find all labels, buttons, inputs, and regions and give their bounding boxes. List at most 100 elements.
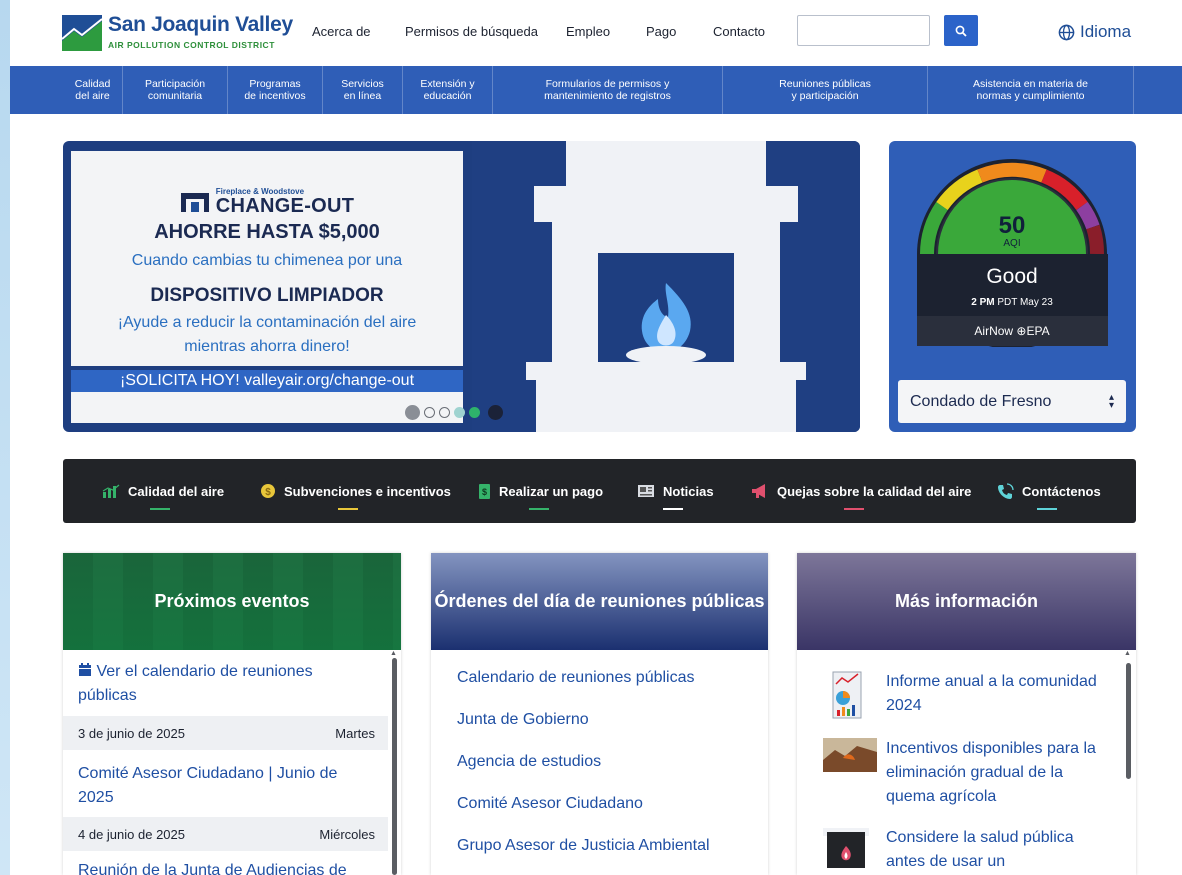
fireplace-icon <box>823 828 869 868</box>
agenda-link-calendar[interactable]: Calendario de reuniones públicas <box>457 669 695 687</box>
search-input[interactable] <box>797 15 930 46</box>
events-scrollbar[interactable] <box>392 658 397 875</box>
language-selector[interactable]: Idioma <box>1058 22 1131 42</box>
news-icon <box>638 485 654 497</box>
agenda-link-ej-group[interactable]: Grupo Asesor de Justicia Ambiental <box>457 837 710 855</box>
promo-headline: AHORRE HASTA $5,000 <box>154 221 380 243</box>
more-info-link-health[interactable]: Considere la salud pública antes de usar… <box>886 826 1106 874</box>
more-info-scrollbar[interactable] <box>1126 663 1131 779</box>
county-select-value: Condado de Fresno <box>910 392 1052 410</box>
calendar-link-text: Ver el calendario de reuniones públicas <box>78 663 313 704</box>
payment-icon: $ <box>479 483 490 499</box>
quick-link-complaints[interactable]: Quejas sobre la calidad del aire <box>751 459 971 523</box>
quick-link-grants[interactable]: $ Subvenciones e incentivos <box>260 459 451 523</box>
carousel-dot-active[interactable] <box>469 407 480 418</box>
carousel-dot-3[interactable] <box>454 407 465 418</box>
agendas-list: Calendario de reuniones públicas Junta d… <box>431 650 768 875</box>
agendas-header: Órdenes del día de reuniones públicas <box>431 553 768 650</box>
more-info-link-report[interactable]: Informe anual a la comunidad 2024 <box>886 670 1106 718</box>
promo-line-4: mientras ahorra dinero! <box>184 338 350 355</box>
nav-incentives[interactable]: Programas de incentivos <box>228 66 323 114</box>
fireplace-logo-icon <box>180 193 209 212</box>
event-link[interactable]: Comité Asesor Ciudadano | Junio de 2025 <box>78 762 368 810</box>
quick-link-news[interactable]: Noticias <box>637 459 714 523</box>
nav-community[interactable]: Participación comunitaria <box>123 66 228 114</box>
more-info-header: Más información <box>797 553 1136 650</box>
agenda-link-citizens-committee[interactable]: Comité Asesor Ciudadano <box>457 795 643 813</box>
topnav-employment[interactable]: Empleo <box>566 24 610 39</box>
agenda-link-board[interactable]: Junta de Gobierno <box>457 711 589 729</box>
scroll-up-arrow[interactable]: ▲ <box>1124 650 1131 657</box>
fireplace-image <box>526 141 806 432</box>
more-info-link-incentives[interactable]: Incentivos disponibles para la eliminaci… <box>886 737 1111 809</box>
scroll-up-arrow[interactable]: ▲ <box>390 650 397 657</box>
nav-air-quality[interactable]: Calidad del aire <box>63 66 123 114</box>
quick-link-underline <box>338 508 358 510</box>
quick-link-air-quality[interactable]: Calidad del aire <box>102 459 224 523</box>
svg-text:$: $ <box>482 487 487 497</box>
quick-link-underline <box>844 508 864 510</box>
promo-brand: Fireplace & Woodstove CHANGE-OUT <box>71 188 463 218</box>
district-logo[interactable]: San Joaquin Valley AIR POLLUTION CONTROL… <box>62 13 293 55</box>
calendar-link[interactable]: Ver el calendario de reuniones públicas <box>78 660 363 708</box>
events-list: Ver el calendario de reuniones públicas … <box>63 650 401 875</box>
burning-icon <box>823 738 877 772</box>
promo-cta[interactable]: ¡SOLICITA HOY! valleyair.org/change-out <box>71 370 463 392</box>
nav-public-meetings[interactable]: Reuniones públicas y participación <box>723 66 928 114</box>
nav-permit-forms[interactable]: Formularios de permisos y mantenimiento d… <box>493 66 723 114</box>
fireplace-illustration <box>472 141 860 432</box>
carousel-prev-button[interactable] <box>405 405 420 420</box>
carousel-dot-2[interactable] <box>439 407 450 418</box>
carousel-dots <box>405 405 503 420</box>
aqi-source: AirNow ⊕EPA <box>974 324 1049 338</box>
select-arrows-icon: ▴ ▾ <box>1108 391 1114 411</box>
svg-text:$: $ <box>265 487 271 498</box>
logo-title: San Joaquin Valley <box>108 13 293 36</box>
phone-icon <box>998 482 1014 499</box>
carousel-dot-1[interactable] <box>424 407 435 418</box>
topnav-about[interactable]: Acerca de <box>312 24 371 39</box>
language-label: Idioma <box>1080 22 1132 41</box>
site-header: San Joaquin Valley AIR POLLUTION CONTROL… <box>10 0 1182 66</box>
quick-links-bar: Calidad del aire $ Subvenciones e incent… <box>63 459 1136 523</box>
event-link[interactable]: Reunión de la Junta de Audiencias de <box>78 859 368 875</box>
topnav-contact[interactable]: Contacto <box>713 24 765 39</box>
nav-outreach[interactable]: Extensión y educación <box>403 66 493 114</box>
topnav-permit-search[interactable]: Permisos de búsqueda <box>405 24 538 39</box>
promo-line-1: Cuando cambias tu chimenea por una <box>131 252 403 269</box>
quick-link-underline <box>663 508 683 510</box>
promo-line-3: ¡Ayude a reducir la contaminación del ai… <box>117 314 417 331</box>
promo-line-2: DISPOSITIVO LIMPIADOR <box>150 285 384 306</box>
events-header: Próximos eventos <box>63 553 401 650</box>
more-info-title: Más información <box>894 591 1039 611</box>
megaphone-icon <box>752 484 765 498</box>
search-button[interactable] <box>944 15 978 46</box>
agenda-link-study-agency[interactable]: Agencia de estudios <box>457 753 601 771</box>
globe-icon <box>1058 24 1075 40</box>
chart-icon <box>102 484 120 498</box>
event-date-row: 4 de junio de 2025 Miércoles <box>63 817 388 851</box>
agendas-card: Órdenes del día de reuniones públicas Ca… <box>431 553 768 875</box>
events-title: Próximos eventos <box>154 591 310 611</box>
aqi-widget: 50 AQI Good 2 PM PDT May 23 AirNow ⊕EPA … <box>889 141 1136 432</box>
topnav-payment[interactable]: Pago <box>646 24 676 39</box>
agendas-title: Órdenes del día de reuniones públicas <box>434 591 765 611</box>
carousel-next-button[interactable] <box>488 405 503 420</box>
report-icon <box>832 671 862 719</box>
aqi-gauge: 50 AQI Good 2 PM PDT May 23 AirNow ⊕EPA <box>917 159 1108 347</box>
aqi-timestamp: 2 PM PDT May 23 <box>971 297 1053 308</box>
county-select[interactable]: Condado de Fresno ▴ ▾ <box>898 380 1126 423</box>
search-icon <box>955 25 967 37</box>
more-info-card: Más información Informe anual a la comun… <box>797 553 1136 875</box>
nav-compliance[interactable]: Asistencia en materia de normas y cumplim… <box>928 66 1134 114</box>
quick-link-underline <box>529 508 549 510</box>
promo-panel: Fireplace & Woodstove CHANGE-OUT AHORRE … <box>71 151 463 366</box>
hero-carousel[interactable]: Fireplace & Woodstove CHANGE-OUT AHORRE … <box>63 141 860 432</box>
aqi-status: Good <box>986 265 1037 288</box>
more-info-list: Informe anual a la comunidad 2024 Incent… <box>797 650 1136 875</box>
nav-online-services[interactable]: Servicios en línea <box>323 66 403 114</box>
logo-subtitle: AIR POLLUTION CONTROL DISTRICT <box>108 40 275 50</box>
quick-link-payment[interactable]: $ Realizar un pago <box>478 459 603 523</box>
main-navigation: Calidad del aire Participación comunitaria… <box>10 66 1182 114</box>
quick-link-contact[interactable]: Contáctenos <box>997 459 1101 523</box>
